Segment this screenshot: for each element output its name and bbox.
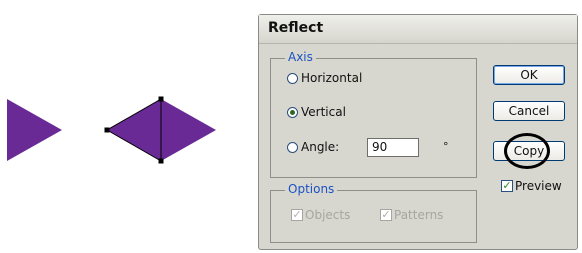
horizontal-label: Horizontal [301,71,363,85]
axis-group: Axis Horizontal Vertical Angle: 90 ° [270,50,477,178]
patterns-checkbox[interactable]: ✓ [380,209,392,221]
objects-label: Objects [305,208,351,222]
reflect-illustration [7,96,216,164]
dialog-title: Reflect [268,20,324,36]
anchor-point-top[interactable] [158,96,164,102]
anchor-point-bottom[interactable] [158,158,164,164]
angle-label: Angle: [301,140,340,154]
cancel-button[interactable]: Cancel [493,101,565,121]
horizontal-radio[interactable] [287,72,298,84]
ok-button[interactable]: OK [493,65,565,85]
objects-option[interactable]: ✓ Objects [291,208,350,222]
options-group: Options ✓ Objects ✓ Patterns [270,182,477,243]
copy-button-highlight-circle [504,133,550,169]
vertical-option[interactable]: Vertical [287,105,346,119]
objects-checkbox[interactable]: ✓ [291,209,303,221]
vertical-radio[interactable] [287,106,298,118]
preview-option[interactable]: ✓ Preview [501,179,562,193]
angle-input[interactable]: 90 [367,138,419,157]
degree-symbol: ° [443,140,449,153]
patterns-label: Patterns [394,208,444,222]
options-group-legend: Options [285,182,338,196]
dialog-titlebar[interactable]: Reflect [259,15,577,44]
horizontal-option[interactable]: Horizontal [287,71,362,85]
axis-group-legend: Axis [285,50,316,64]
preview-label: Preview [515,179,562,193]
original-triangle-shape [7,99,62,161]
reflected-triangle-right-shape [161,99,216,161]
preview-checkbox[interactable]: ✓ [501,180,513,192]
reflected-triangle-left-shape [107,99,161,161]
reflect-dialog: Reflect Axis Horizontal Vertical Angle: … [258,14,578,250]
patterns-option[interactable]: ✓ Patterns [380,208,443,222]
vertical-label: Vertical [301,105,346,119]
angle-option[interactable]: Angle: [287,140,339,154]
angle-radio[interactable] [287,141,298,153]
anchor-point-left[interactable] [104,127,110,133]
